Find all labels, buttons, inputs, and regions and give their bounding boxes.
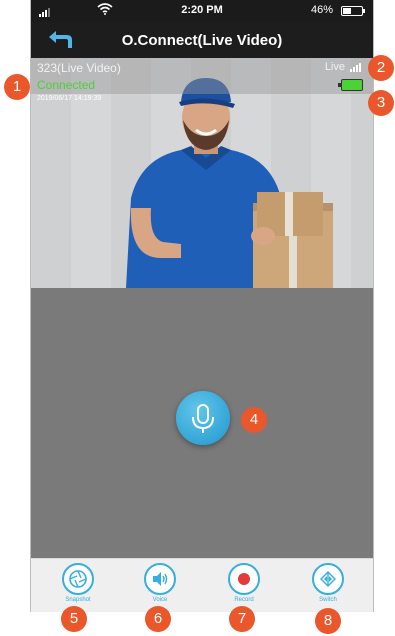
record-label: Record — [234, 597, 254, 603]
microphone-button[interactable] — [176, 391, 230, 445]
camera-name: 323(Live Video) — [37, 61, 121, 75]
live-signal-icon — [350, 63, 361, 72]
voice-label: Voice — [152, 597, 168, 603]
callout-badge: 5 — [61, 606, 87, 632]
voice-button[interactable]: Voice — [130, 563, 190, 603]
battery-icon — [341, 6, 365, 16]
video-timestamp: 2019/06/17 14:19:39 — [37, 95, 102, 102]
nav-bar: O.Connect(Live Video) — [31, 22, 373, 58]
microphone-icon — [192, 404, 214, 433]
snapshot-label: Snapshot — [65, 597, 91, 603]
switch-label: Switch — [319, 597, 337, 603]
callout-badge: 6 — [145, 606, 171, 632]
callout-badge: 2 — [368, 55, 394, 81]
speaker-icon — [153, 572, 168, 586]
record-icon — [238, 573, 250, 585]
switch-button[interactable]: Switch — [298, 563, 358, 603]
battery-percent: 46% — [310, 4, 333, 16]
talk-area — [31, 288, 373, 558]
app-screen: 2:20 PM 46% O.Connect(Live Video) 323(Li… — [30, 0, 374, 612]
camera-battery-icon — [338, 79, 363, 91]
bottom-toolbar: Snapshot Voice Record Switch — [31, 558, 373, 612]
callout-badge: 1 — [4, 74, 30, 100]
callout-badge: 8 — [315, 608, 341, 634]
connection-status: Connected — [37, 78, 96, 92]
live-video-view[interactable]: 323(Live Video) Connected 2019/06/17 14:… — [31, 58, 373, 288]
live-label: Live — [324, 61, 345, 73]
snapshot-button[interactable]: Snapshot — [48, 563, 108, 603]
callout-badge: 3 — [368, 90, 394, 116]
page-title: O.Connect(Live Video) — [121, 32, 283, 49]
shutter-icon — [69, 570, 87, 588]
switch-icon — [320, 571, 336, 587]
callout-badge: 4 — [241, 407, 267, 433]
callout-badge: 7 — [229, 606, 255, 632]
record-button[interactable]: Record — [214, 563, 274, 603]
status-bar: 2:20 PM 46% — [31, 0, 373, 22]
